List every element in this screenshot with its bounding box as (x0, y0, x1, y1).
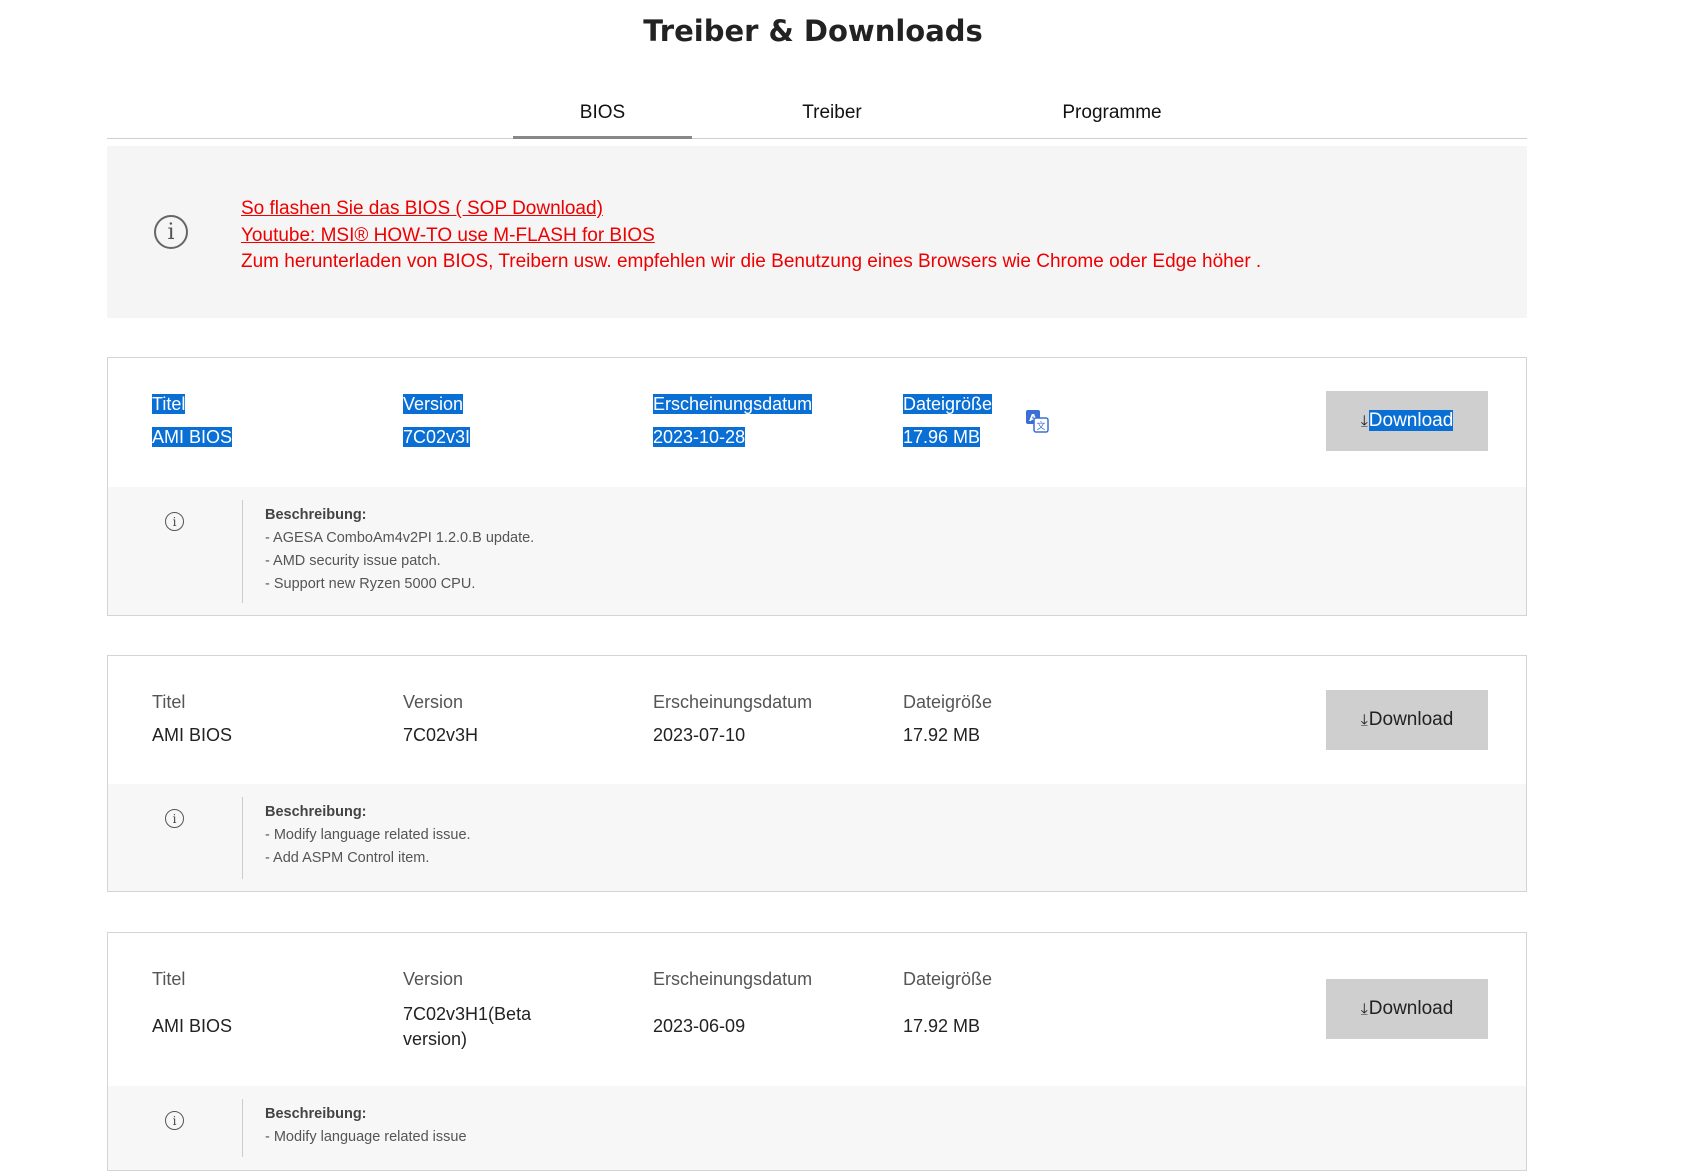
description-panel: i Beschreibung: - AGESA ComboAm4v2PI 1.2… (108, 487, 1526, 615)
date-value: 2023-06-09 (653, 1016, 746, 1036)
page-title: Treiber & Downloads (643, 14, 983, 48)
size-value: 17.92 MB (903, 1016, 981, 1036)
description-line: - AGESA ComboAm4v2PI 1.2.0.B update. (265, 530, 535, 546)
description-panel: i Beschreibung: - Modify language relate… (108, 784, 1526, 891)
notice-box: i So flashen Sie das BIOS ( SOP Download… (107, 146, 1527, 318)
divider (242, 1099, 243, 1157)
title-label: Titel (152, 692, 186, 712)
date-value: 2023-07-10 (653, 725, 746, 745)
version-value: 7C02v3H1(Beta version) (403, 1004, 532, 1049)
info-icon: i (165, 809, 184, 828)
version-label: Version (403, 692, 464, 712)
size-label: Dateigröße (903, 394, 993, 414)
bios-item-card: Titel AMI BIOS Version 7C02v3H1(Beta ver… (107, 932, 1527, 1171)
youtube-mflash-link[interactable]: Youtube: MSI® HOW-TO use M-FLASH for BIO… (241, 223, 1261, 250)
tab-bar: BIOS Treiber Programme (107, 86, 1527, 139)
description-panel: i Beschreibung: - Modify language relate… (108, 1086, 1526, 1170)
bios-item-card: Titel AMI BIOS Version 7C02v3I Erscheinu… (107, 357, 1527, 616)
version-label: Version (403, 394, 464, 414)
version-value: 7C02v3I (403, 427, 471, 447)
info-icon: i (165, 512, 184, 531)
tab-programme[interactable]: Programme (947, 102, 1277, 124)
description-title: Beschreibung: (265, 804, 367, 820)
title-label: Titel (152, 969, 186, 989)
download-button[interactable]: ⤓Download (1326, 690, 1488, 750)
size-label: Dateigröße (903, 692, 993, 712)
download-button[interactable]: ⤓Download (1326, 979, 1488, 1039)
date-value: 2023-10-28 (653, 427, 746, 447)
description-title: Beschreibung: (265, 1106, 367, 1122)
svg-text:文: 文 (1036, 420, 1045, 432)
date-label: Erscheinungsdatum (653, 692, 813, 712)
version-label: Version (403, 969, 464, 989)
size-value: 17.92 MB (903, 725, 981, 745)
download-arrow-icon: ⤓ (1360, 1001, 1368, 1018)
description-line: - Modify language related issue (265, 1129, 467, 1145)
download-button[interactable]: ⤓Download (1326, 391, 1488, 451)
bios-item-card: Titel AMI BIOS Version 7C02v3H Erscheinu… (107, 655, 1527, 892)
description-line: - Support new Ryzen 5000 CPU. (265, 576, 476, 592)
title-label: Titel (152, 394, 186, 414)
description-line: - AMD security issue patch. (265, 553, 441, 569)
description-line: - Modify language related issue. (265, 827, 471, 843)
info-icon: i (154, 215, 188, 249)
date-label: Erscheinungsdatum (653, 969, 813, 989)
tab-bios[interactable]: BIOS (513, 102, 692, 139)
download-arrow-icon: ⤓ (1360, 712, 1368, 729)
divider (242, 797, 243, 879)
download-arrow-icon: ⤓ (1360, 413, 1368, 430)
size-label: Dateigröße (903, 969, 993, 989)
title-value: AMI BIOS (152, 427, 233, 447)
date-label: Erscheinungsdatum (653, 394, 813, 414)
description-title: Beschreibung: (265, 507, 367, 523)
tab-treiber[interactable]: Treiber (767, 102, 897, 124)
sop-download-link[interactable]: So flashen Sie das BIOS ( SOP Download) (241, 196, 1261, 223)
translate-icon[interactable]: A 文 (1025, 409, 1049, 433)
title-value: AMI BIOS (152, 725, 233, 745)
title-value: AMI BIOS (152, 1016, 233, 1036)
size-value: 17.96 MB (903, 427, 981, 447)
browser-recommendation-text: Zum herunterladen von BIOS, Treibern usw… (241, 251, 1262, 272)
description-line: - Add ASPM Control item. (265, 850, 430, 866)
info-icon: i (165, 1111, 184, 1130)
divider (242, 500, 243, 603)
version-value: 7C02v3H (403, 725, 479, 745)
